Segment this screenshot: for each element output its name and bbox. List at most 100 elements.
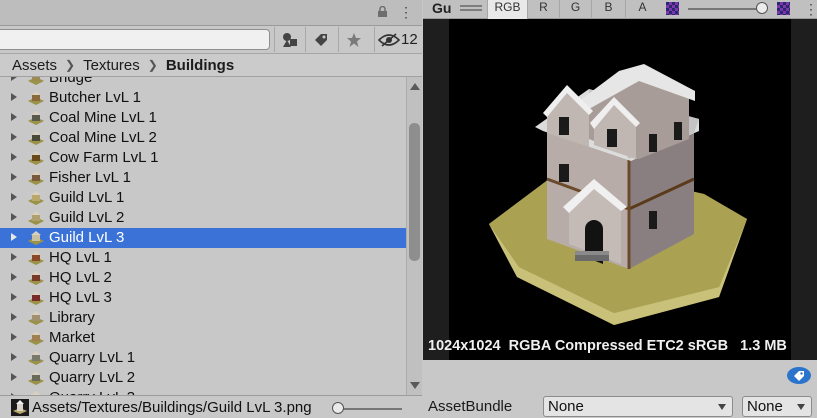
lock-icon[interactable] — [377, 6, 388, 18]
coal-mine-thumb — [28, 131, 44, 145]
asset-list-item[interactable]: HQ LvL 3 — [0, 288, 406, 308]
expand-arrow-icon[interactable] — [11, 77, 17, 81]
asset-list-item-label: Fisher LvL 1 — [49, 169, 131, 186]
asset-list-item[interactable]: Guild LvL 2 — [0, 208, 406, 228]
icon-size-slider-handle[interactable] — [332, 402, 344, 414]
expand-arrow-icon[interactable] — [11, 233, 17, 241]
asset-list-item[interactable]: Quarry LvL 3 — [0, 388, 406, 395]
assetbundle-variant-dropdown[interactable]: None — [742, 396, 812, 417]
expand-arrow-icon[interactable] — [11, 313, 17, 321]
market-thumb — [28, 331, 44, 345]
preview-title: Gu — [432, 0, 452, 16]
asset-list-item-label: Coal Mine LvL 2 — [49, 129, 157, 146]
asset-list-item-label: Bridge — [49, 77, 93, 86]
asset-list-item[interactable]: Coal Mine LvL 1 — [0, 108, 406, 128]
selected-asset-path: Assets/Textures/Buildings/Guild LvL 3.pn… — [32, 399, 312, 416]
hidden-packages-toggle[interactable]: 12 — [374, 27, 422, 52]
mip-level-slider-handle[interactable] — [756, 2, 768, 14]
chevron-right-icon: ❯ — [65, 58, 76, 72]
expand-arrow-icon[interactable] — [11, 293, 17, 301]
channel-rgb-button[interactable]: RGB — [487, 0, 527, 19]
project-status-bar: Assets/Textures/Buildings/Guild LvL 3.pn… — [0, 395, 422, 418]
mip-level-slider-track[interactable] — [688, 8, 766, 10]
asset-list-item-label: Butcher LvL 1 — [49, 89, 141, 106]
channel-r-button[interactable]: R — [527, 0, 559, 19]
breadcrumb-assets[interactable]: Assets — [12, 57, 57, 74]
asset-label-icon[interactable] — [787, 367, 811, 384]
selected-asset-thumb — [11, 399, 29, 416]
expand-arrow-icon[interactable] — [11, 253, 17, 261]
expand-arrow-icon[interactable] — [11, 213, 17, 221]
coal-mine-thumb — [28, 111, 44, 125]
cow-farm-thumb — [28, 151, 44, 165]
asset-list-item-label: Quarry LvL 1 — [49, 349, 136, 366]
expand-arrow-icon[interactable] — [11, 93, 17, 101]
breadcrumb-buildings[interactable]: Buildings — [166, 57, 234, 74]
asset-list-item[interactable]: Guild LvL 1 — [0, 188, 406, 208]
scroll-up-icon[interactable] — [410, 83, 420, 90]
breadcrumb-textures[interactable]: Textures — [83, 57, 140, 74]
asset-list-item[interactable]: Guild LvL 3 — [0, 228, 406, 248]
asset-list-item[interactable]: Market — [0, 328, 406, 348]
preview-menu-icon[interactable]: ⋮ — [804, 1, 817, 17]
chevron-right-icon: ❯ — [147, 58, 158, 72]
assetbundle-label: AssetBundle — [428, 398, 513, 415]
asset-list-item[interactable]: Quarry LvL 2 — [0, 368, 406, 388]
guild-thumb — [28, 231, 44, 245]
channel-a-button[interactable]: A — [625, 0, 659, 19]
texture-preview: 1024x1024 RGBA Compressed ETC2 sRGB 1.3 … — [423, 19, 817, 360]
project-menu-icon[interactable]: ⋮ — [399, 4, 413, 20]
asset-list-item[interactable]: Library — [0, 308, 406, 328]
channel-g-button[interactable]: G — [559, 0, 591, 19]
library-thumb — [28, 311, 44, 325]
guild-thumb — [28, 191, 44, 205]
icon-size-slider-track[interactable] — [338, 408, 402, 410]
expand-arrow-icon[interactable] — [11, 333, 17, 341]
bridge-thumb — [28, 77, 44, 85]
asset-list-item[interactable]: HQ LvL 2 — [0, 268, 406, 288]
asset-list-item-label: Market — [49, 329, 95, 346]
preview-toolbar: Gu RGB R G B A ⋮ — [423, 0, 817, 19]
star-icon — [347, 32, 361, 47]
expand-arrow-icon[interactable] — [11, 273, 17, 281]
texture-info: 1024x1024 RGBA Compressed ETC2 sRGB 1.3 … — [428, 338, 787, 354]
search-by-type-button[interactable] — [274, 27, 305, 52]
scroll-down-icon[interactable] — [410, 382, 420, 389]
drag-handle-icon[interactable] — [460, 5, 482, 11]
asset-list-item-label: Quarry LvL 2 — [49, 369, 136, 386]
fisher-thumb — [28, 171, 44, 185]
asset-list-item[interactable]: HQ LvL 1 — [0, 248, 406, 268]
asset-list: Bridge Butcher LvL 1 Coal Mine LvL 1 Coal M… — [0, 77, 406, 395]
expand-arrow-icon[interactable] — [11, 193, 17, 201]
asset-list-item-label: Guild LvL 1 — [49, 189, 125, 206]
quarry-thumb — [28, 351, 44, 365]
hq-thumb — [28, 251, 44, 265]
assetbundle-dropdown[interactable]: None — [543, 396, 733, 417]
expand-arrow-icon[interactable] — [11, 173, 17, 181]
asset-labels-section: AssetBundle None None — [423, 360, 817, 418]
asset-list-scrollbar[interactable] — [406, 77, 422, 395]
mip-large-icon — [777, 2, 790, 15]
channel-b-button[interactable]: B — [591, 0, 625, 19]
asset-list-item[interactable]: Coal Mine LvL 2 — [0, 128, 406, 148]
assetbundle-value: None — [548, 398, 584, 415]
expand-arrow-icon[interactable] — [11, 373, 17, 381]
favorites-button[interactable] — [338, 27, 369, 52]
expand-arrow-icon[interactable] — [11, 133, 17, 141]
chevron-down-icon — [718, 404, 726, 410]
variant-value: None — [747, 398, 783, 415]
asset-list-item[interactable]: Cow Farm LvL 1 — [0, 148, 406, 168]
scrollbar-thumb[interactable] — [409, 123, 420, 261]
project-panel: ⋮ 12 Assets ❯ Textures ❯ Buildings Bridg… — [0, 0, 422, 418]
asset-list-item-label: Coal Mine LvL 1 — [49, 109, 157, 126]
asset-list-item[interactable]: Butcher LvL 1 — [0, 88, 406, 108]
expand-arrow-icon[interactable] — [11, 353, 17, 361]
asset-list-item[interactable]: Quarry LvL 1 — [0, 348, 406, 368]
expand-arrow-icon[interactable] — [11, 113, 17, 121]
search-input[interactable] — [0, 29, 270, 50]
asset-list-item[interactable]: Bridge — [0, 77, 406, 88]
asset-list-item[interactable]: Fisher LvL 1 — [0, 168, 406, 188]
expand-arrow-icon[interactable] — [11, 153, 17, 161]
asset-list-item-label: Guild LvL 3 — [49, 229, 125, 246]
search-by-label-button[interactable] — [305, 27, 336, 52]
